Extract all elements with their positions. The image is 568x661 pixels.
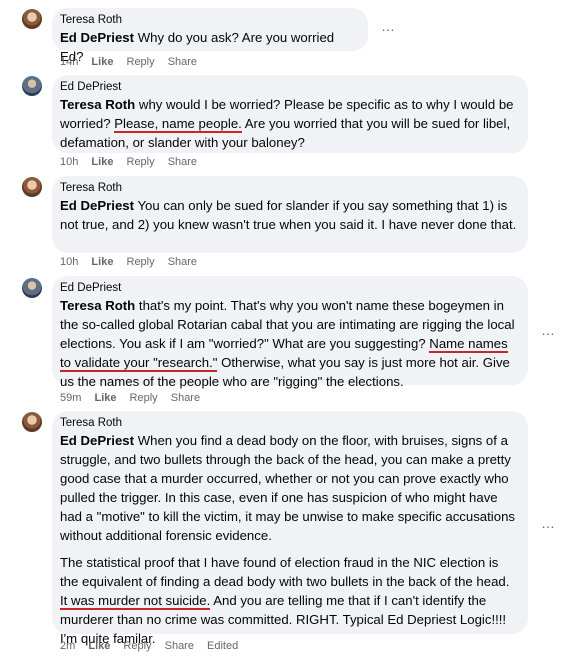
like-button[interactable]: Like	[91, 56, 113, 68]
comment-text: Ed DePriest When you find a dead body on…	[60, 431, 520, 545]
like-button[interactable]: Like	[91, 256, 113, 268]
reply-button[interactable]: Reply	[127, 56, 155, 68]
avatar[interactable]	[22, 76, 42, 96]
comment-actions: 10h Like Reply Share	[60, 256, 207, 268]
timestamp[interactable]: 10h	[60, 256, 78, 268]
underlined-text: It was murder not suicide.	[60, 593, 211, 610]
comment-bubble: Teresa Roth Ed DePriest When you find a …	[52, 411, 528, 646]
timestamp[interactable]: 10h	[60, 156, 78, 168]
comment-author[interactable]: Ed DePriest	[60, 282, 520, 294]
avatar[interactable]	[22, 9, 42, 29]
mention[interactable]: Teresa Roth	[60, 97, 135, 112]
comment-text: Teresa Roth why would I be worried? Plea…	[60, 95, 520, 152]
share-button[interactable]: Share	[168, 256, 197, 268]
share-button[interactable]: Share	[168, 156, 197, 168]
share-button[interactable]: Share	[168, 56, 197, 68]
reply-button[interactable]: Reply	[127, 156, 155, 168]
comment-bubble: Ed DePriest Teresa Roth why would I be w…	[52, 75, 528, 153]
underlined-text: Please, name people.	[114, 116, 242, 133]
mention[interactable]: Teresa Roth	[60, 298, 135, 313]
comment-author[interactable]: Teresa Roth	[60, 182, 520, 194]
more-options-icon[interactable]: …	[541, 515, 556, 531]
avatar[interactable]	[22, 177, 42, 197]
comment-bubble: Teresa Roth Ed DePriest You can only be …	[52, 176, 528, 253]
comment-text: Teresa Roth that's my point. That's why …	[60, 296, 520, 391]
reply-button[interactable]: Reply	[127, 256, 155, 268]
timestamp[interactable]: 2m	[60, 640, 75, 652]
more-options-icon[interactable]: …	[381, 18, 396, 34]
comment-author[interactable]: Teresa Roth	[60, 417, 520, 429]
avatar[interactable]	[22, 412, 42, 432]
mention[interactable]: Ed DePriest	[60, 198, 134, 213]
share-button[interactable]: Share	[171, 392, 200, 404]
comment-text: Ed DePriest You can only be sued for sla…	[60, 196, 520, 234]
comment-paragraph-2: The statistical proof that I have found …	[60, 553, 520, 648]
share-button[interactable]: Share	[165, 640, 194, 652]
edited-label: Edited	[207, 640, 239, 652]
avatar[interactable]	[22, 278, 42, 298]
like-button[interactable]: Like	[91, 156, 113, 168]
comment-bubble: Teresa Roth Ed DePriest Why do you ask? …	[52, 8, 368, 64]
mention[interactable]: Ed DePriest	[60, 433, 134, 448]
comment-body: When you find a dead body on the floor, …	[60, 433, 515, 543]
timestamp[interactable]: 14h	[60, 56, 78, 68]
like-button[interactable]: Like	[88, 640, 110, 652]
more-options-icon[interactable]: …	[541, 322, 556, 338]
reply-button[interactable]: Reply	[123, 640, 151, 652]
reply-button[interactable]: Reply	[130, 392, 158, 404]
comment-actions: 14h Like Reply Share	[60, 56, 207, 68]
like-button[interactable]: Like	[94, 392, 116, 404]
comment-bubble: Ed DePriest Teresa Roth that's my point.…	[52, 276, 528, 389]
timestamp[interactable]: 59m	[60, 392, 81, 404]
comment-author[interactable]: Ed DePriest	[60, 81, 520, 93]
comment-body: The statistical proof that I have found …	[60, 555, 510, 589]
comment-actions: 59m Like Reply Share	[60, 392, 210, 404]
comment-author[interactable]: Teresa Roth	[60, 14, 360, 26]
mention[interactable]: Ed DePriest	[60, 30, 134, 45]
comment-actions: 2m Like Reply Share Edited	[60, 640, 248, 652]
comment-actions: 10h Like Reply Share	[60, 156, 207, 168]
